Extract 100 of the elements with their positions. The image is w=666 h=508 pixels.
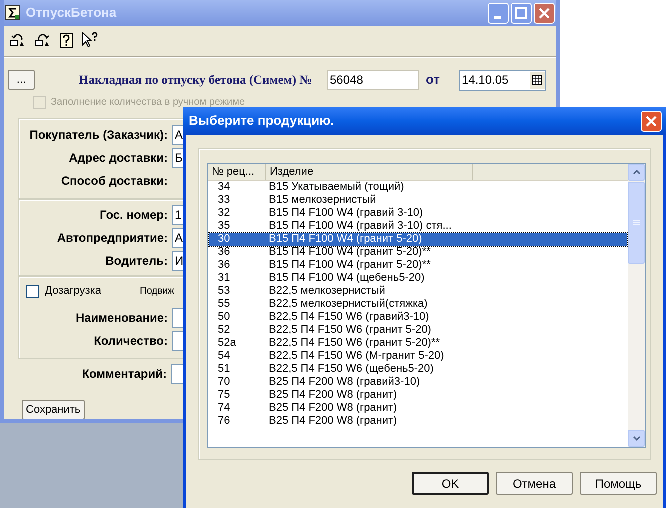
maximize-icon [515, 6, 528, 20]
table-cell-text: В15 П4 F100 W4 (щебень5-20) [268, 272, 425, 285]
sigma-icon [5, 5, 21, 21]
table-cell-text: 76 [217, 415, 232, 428]
date-field[interactable]: 14.10.05 [459, 70, 546, 90]
list-row[interactable]: 55 В22,5 мелкозернистый(стяжка) [209, 298, 627, 311]
dialog-button[interactable]: OK [412, 472, 489, 495]
field-label: Количество: [93, 332, 169, 350]
table-cell-text: 51 [217, 363, 232, 376]
minimize-button[interactable] [488, 2, 509, 24]
table-cell-text: В25 П4 F200 W8 (гранит) [268, 415, 398, 428]
table-cell-text: 36 [217, 259, 232, 272]
list-row[interactable]: 31 В15 П4 F100 W4 (щебень5-20) [209, 272, 627, 285]
checkbox[interactable] [26, 284, 39, 298]
number-field[interactable]: 56048 [327, 70, 419, 90]
table-cell-text: В22,5 П4 F150 W6 (М-гранит 5-20) [268, 350, 444, 363]
list-row[interactable]: 51 В22,5 П4 F150 W6 (щебень5-20) [209, 363, 627, 376]
field-label: Гос. номер: [98, 206, 169, 224]
table-cell-text: 30 [217, 233, 232, 246]
table-cell-text: В25 П4 F200 W8 (гравий3-10) [268, 376, 420, 389]
table-cell-text: В15 П4 F100 W4 (гравий 3-10) [268, 207, 424, 220]
column-header[interactable]: Изделие [266, 164, 473, 180]
table-cell-text: 52 [217, 324, 232, 337]
table-cell-text: 55 [217, 298, 232, 311]
date-label: от [426, 71, 441, 90]
table-cell-text: В25 П4 F200 W8 (гранит) [268, 402, 398, 415]
list-row[interactable]: 33 В15 мелкозернистый [209, 194, 627, 207]
context-help-icon[interactable] [82, 32, 100, 48]
list-row[interactable]: 50 В22,5 П4 F150 W6 (гравий3-10) [209, 311, 627, 324]
table-cell-text: 50 [217, 311, 232, 324]
list-row[interactable]: 53 В22,5 мелкозернистый [209, 285, 627, 298]
calendar-icon[interactable] [530, 72, 545, 88]
close-button[interactable] [534, 2, 555, 24]
field-label: Подвиж [140, 284, 174, 298]
list-row[interactable]: 74 В25 П4 F200 W8 (гранит) [209, 402, 627, 415]
checkbox-label: Дозагрузка [45, 284, 102, 299]
window-title: ОтпускБетона [26, 4, 118, 22]
list-row[interactable]: 52а В22,5 П4 F150 W6 (гранит 5-20)** [209, 337, 627, 350]
list-row[interactable]: 54 В22,5 П4 F150 W6 (М-гранит 5-20) [209, 350, 627, 363]
redo-icon[interactable] [35, 33, 51, 47]
close-icon [538, 6, 551, 20]
field-label: Наименование: [74, 310, 169, 326]
dialog-button[interactable]: Отмена [496, 472, 573, 495]
table-cell-text: В22,5 П4 F150 W6 (щебень5-20) [268, 363, 434, 376]
scroll-down-button[interactable] [628, 430, 645, 447]
scrollbar[interactable] [628, 164, 645, 447]
table-cell-text: 31 [217, 272, 232, 285]
scrollbar-thumb[interactable] [628, 182, 645, 264]
close-icon [645, 114, 658, 128]
list-row[interactable]: 36 В15 П4 F100 W4 (гранит 5-20)** [209, 246, 627, 259]
list-row[interactable]: 76 В25 П4 F200 W8 (гранит) [209, 415, 627, 428]
more-button[interactable]: ... [8, 70, 35, 90]
field-label: Покупатель (Заказчик): [28, 126, 169, 144]
table-cell-text: В22,5 П4 F150 W6 (гранит 5-20) [268, 324, 432, 337]
table-cell-text: 75 [217, 389, 232, 402]
table-cell-text: В15 Укатываемый (тощий) [268, 181, 404, 194]
table-cell-text: 74 [217, 402, 232, 415]
dialog-button[interactable]: Помощь [580, 472, 657, 495]
grip-icon [633, 220, 640, 226]
table-cell-text: В22,5 П4 F150 W6 (гравий3-10) [268, 311, 430, 324]
table-cell-text: 53 [217, 285, 232, 298]
list-row[interactable]: 32 В15 П4 F100 W4 (гравий 3-10) [209, 207, 627, 220]
table-cell-text: В22,5 мелкозернистый [268, 285, 386, 298]
table-cell-text: В22,5 мелкозернистый(стяжка) [268, 298, 428, 311]
table-cell-text: 70 [217, 376, 232, 389]
table-cell-text: 34 [217, 181, 232, 194]
list-row[interactable]: 35 В15 П4 F100 W4 (гравий 3-10) стя... [209, 220, 627, 233]
field-label: Способ доставки: [60, 172, 169, 190]
table-cell-text: В25 П4 F200 W8 (гранит) [268, 389, 398, 402]
field-label: Комментарий: [81, 366, 168, 382]
table-cell-text: В22,5 П4 F150 W6 (гранит 5-20)** [268, 337, 440, 350]
table-cell-text: 32 [217, 207, 232, 220]
table-cell-text: В15 П4 F100 W4 (гравий 3-10) стя... [268, 220, 452, 233]
scroll-up-button[interactable] [628, 164, 645, 181]
chevron-up-icon [632, 170, 640, 175]
list-row[interactable]: 36 В15 П4 F100 W4 (гранит 5-20)** [209, 259, 627, 272]
table-cell-text: 52а [217, 337, 238, 350]
table-cell-text: В15 П4 F100 W4 (гранит 5-20)** [268, 259, 431, 272]
dialog-title: Выберите продукцию. [189, 112, 336, 130]
table-cell-text: 33 [217, 194, 232, 207]
list-row[interactable]: 34 В15 Укатываемый (тощий) [209, 181, 627, 194]
list-row[interactable]: 30 В15 П4 F100 W4 (гранит 5-20) [209, 233, 627, 246]
list-row[interactable]: 70 В25 П4 F200 W8 (гравий3-10) [209, 376, 627, 389]
table-cell-text: В15 мелкозернистый [268, 194, 376, 207]
table-cell-text: В15 П4 F100 W4 (гранит 5-20) [268, 233, 422, 246]
list-row[interactable]: 52 В22,5 П4 F150 W6 (гранит 5-20) [209, 324, 627, 337]
maximize-button[interactable] [511, 2, 532, 24]
close-button[interactable] [641, 110, 662, 132]
save-button[interactable]: Сохранить [22, 400, 85, 419]
minimize-icon [494, 16, 500, 18]
list-row[interactable]: 75 В25 П4 F200 W8 (гранит) [209, 389, 627, 402]
column-header[interactable]: № рец... [208, 164, 266, 180]
chevron-down-icon [632, 436, 640, 441]
field-label: Водитель: [104, 252, 169, 270]
undo-icon[interactable] [10, 33, 26, 47]
help-icon[interactable] [60, 32, 73, 48]
table-cell-text: 35 [217, 220, 232, 233]
table-cell-text: В15 П4 F100 W4 (гранит 5-20)** [268, 246, 431, 259]
field-label: Адрес доставки: [68, 150, 169, 166]
field-label: Автопредприятие: [56, 230, 169, 246]
